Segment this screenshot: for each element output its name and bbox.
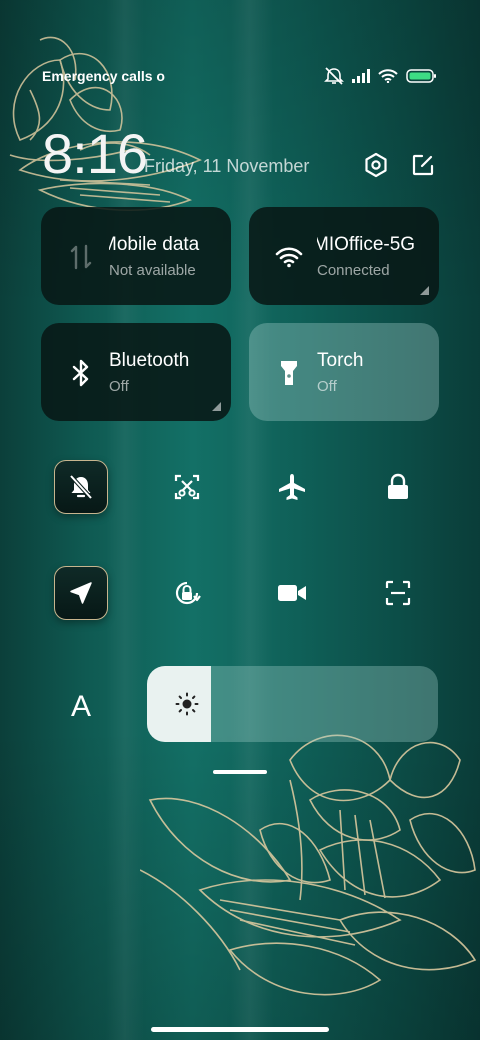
silent-toggle[interactable] [54,460,108,514]
tile-wifi-status: Connected [317,262,390,279]
tile-wifi[interactable]: MIOffice-5G Connected [249,207,439,305]
date: Friday, 11 November [144,156,310,176]
clock: 8:16 [42,122,148,185]
tile-mobile-data-status: Not available [109,262,196,279]
tile-bluetooth-status: Off [109,378,129,395]
battery-icon [406,69,436,83]
location-icon [70,582,92,604]
scanner-icon [385,580,411,606]
brightness-slider[interactable] [147,666,438,742]
torch-icon [275,359,303,387]
screen-recorder-toggle[interactable] [265,566,319,620]
screenshot-toggle[interactable] [160,460,214,514]
sun-icon [175,692,199,716]
rotation-lock-toggle[interactable] [160,566,214,620]
tile-mobile-data[interactable]: Mobile data Not available [41,207,231,305]
lock-icon [388,473,408,499]
status-bar: Emergency calls o [42,66,436,86]
screenshot-icon [174,474,200,500]
edit-button[interactable] [406,148,440,182]
signal-icon [352,69,370,83]
wifi-icon [275,243,303,271]
settings-icon [365,152,387,178]
panel-drag-handle[interactable] [213,770,267,774]
expand-indicator [420,286,429,295]
mute-icon [324,67,344,85]
tile-mobile-data-title: Mobile data [109,234,200,255]
edit-icon [412,154,434,176]
home-gesture-bar[interactable] [151,1027,329,1032]
tile-torch[interactable]: Torch Off [249,323,439,421]
location-toggle[interactable] [54,566,108,620]
silent-icon [69,474,93,500]
screen-record-icon [278,585,306,601]
bluetooth-icon [67,359,95,387]
airplane-icon [279,474,305,500]
settings-button[interactable] [359,148,393,182]
font-size-button[interactable]: A [60,686,102,728]
lotus-decoration-bottom [140,734,477,996]
lock-screen-toggle[interactable] [371,460,425,514]
tile-wifi-title: MIOffice-5G [317,234,416,255]
airplane-mode-toggle[interactable] [265,460,319,514]
rotation-lock-icon [175,581,201,605]
wifi-icon [378,69,398,83]
tile-torch-status: Off [317,378,337,395]
scanner-toggle[interactable] [371,566,425,620]
carrier-text: Emergency calls o [42,68,165,84]
mobile-data-icon [67,243,95,271]
tile-bluetooth[interactable]: Bluetooth Off [41,323,231,421]
tile-torch-title: Torch [317,350,364,371]
expand-indicator [212,402,221,411]
status-icons [324,67,436,85]
tile-bluetooth-title: Bluetooth [109,350,190,371]
